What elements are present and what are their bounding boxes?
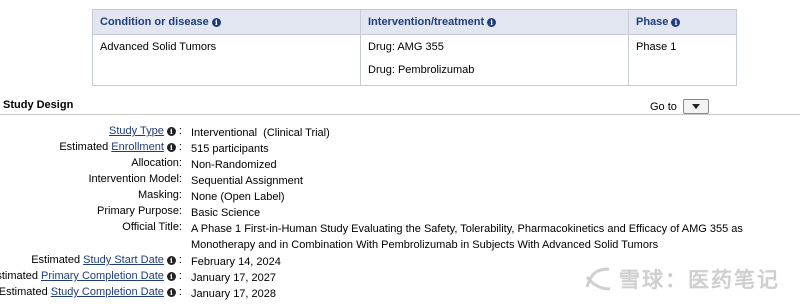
design-row: Official Title: A Phase 1 First-in-Human …: [0, 221, 800, 251]
intervention-item: Drug: AMG 355: [368, 41, 444, 53]
condition-cell: Advanced Solid Tumors: [92, 34, 361, 86]
info-icon[interactable]: i: [487, 18, 497, 27]
section-title: Study Design: [3, 99, 74, 111]
info-icon[interactable]: i: [211, 18, 221, 27]
design-row-label: Study Type i :: [109, 125, 182, 137]
design-row-label: Estimated Enrollment i :: [59, 141, 182, 153]
design-row-value: None (Open Label): [191, 191, 285, 203]
design-term-link[interactable]: Primary Completion Date: [41, 270, 164, 282]
header-phase[interactable]: Phase i: [628, 9, 737, 35]
design-row-value: Basic Science: [191, 207, 261, 219]
design-term-link[interactable]: Study Completion Date: [51, 286, 164, 298]
design-row-label: Estimated Study Start Date i :: [31, 254, 182, 266]
info-icon[interactable]: i: [166, 256, 176, 265]
phase-cell: Phase 1: [628, 34, 737, 86]
table-header-row: Condition or disease i Intervention/treat…: [92, 9, 737, 35]
design-term-link[interactable]: Enrollment: [111, 141, 164, 153]
design-row: Estimated Enrollment i : 515 participants: [0, 141, 800, 157]
design-row-label: Intervention Model:: [88, 173, 182, 185]
design-row-value: Sequential Assignment: [191, 175, 303, 187]
conditions-table: Condition or disease i Intervention/treat…: [92, 9, 737, 86]
design-term-link[interactable]: Study Type: [109, 125, 164, 137]
info-icon[interactable]: i: [166, 143, 176, 152]
snowball-logo-icon: [585, 267, 611, 291]
header-condition[interactable]: Condition or disease i: [92, 9, 361, 35]
design-row-value: A Phase 1 First-in-Human Study Evaluatin…: [191, 223, 746, 251]
intervention-cell: Drug: AMG 355 Drug: Pembrolizumab: [360, 34, 629, 86]
design-term-link[interactable]: Study Start Date: [83, 254, 164, 266]
design-row: Masking: None (Open Label): [0, 189, 800, 205]
design-row: Study Type i : Interventional (Clinical Tr…: [0, 125, 800, 141]
design-row: Intervention Model: Sequential Assignment: [0, 173, 800, 189]
goto-dropdown-button[interactable]: [682, 99, 709, 114]
section-divider: [0, 114, 800, 115]
design-row-label: Estimated Study Completion Date i :: [0, 286, 182, 298]
info-icon[interactable]: i: [166, 127, 176, 136]
design-row-label: Estimated Primary Completion Datei :: [0, 270, 182, 282]
design-row: Allocation: Non-Randomized: [0, 157, 800, 173]
goto-control[interactable]: Go to: [650, 99, 709, 114]
design-row-value: Interventional (Clinical Trial): [191, 127, 330, 139]
info-icon[interactable]: i: [166, 288, 176, 297]
header-intervention[interactable]: Intervention/treatment i: [360, 9, 629, 35]
design-row: Primary Purpose: Basic Science: [0, 205, 800, 221]
watermark: 雪球：医药笔记: [583, 262, 783, 296]
design-row-label: Primary Purpose:: [97, 205, 182, 217]
info-icon[interactable]: i: [671, 18, 681, 27]
design-row-value: Non-Randomized: [191, 159, 277, 171]
design-row-label: Masking:: [137, 189, 182, 201]
watermark-text: 雪球：医药笔记: [619, 269, 780, 292]
table-row: Advanced Solid Tumors Drug: AMG 355 Drug…: [92, 34, 737, 86]
design-row-label: Official Title:: [122, 221, 182, 233]
goto-label: Go to: [650, 100, 677, 113]
intervention-item: Drug: Pembrolizumab: [368, 64, 475, 76]
info-icon[interactable]: i: [166, 272, 176, 281]
design-row-value: 515 participants: [191, 143, 269, 155]
design-row-label: Allocation:: [131, 157, 182, 169]
